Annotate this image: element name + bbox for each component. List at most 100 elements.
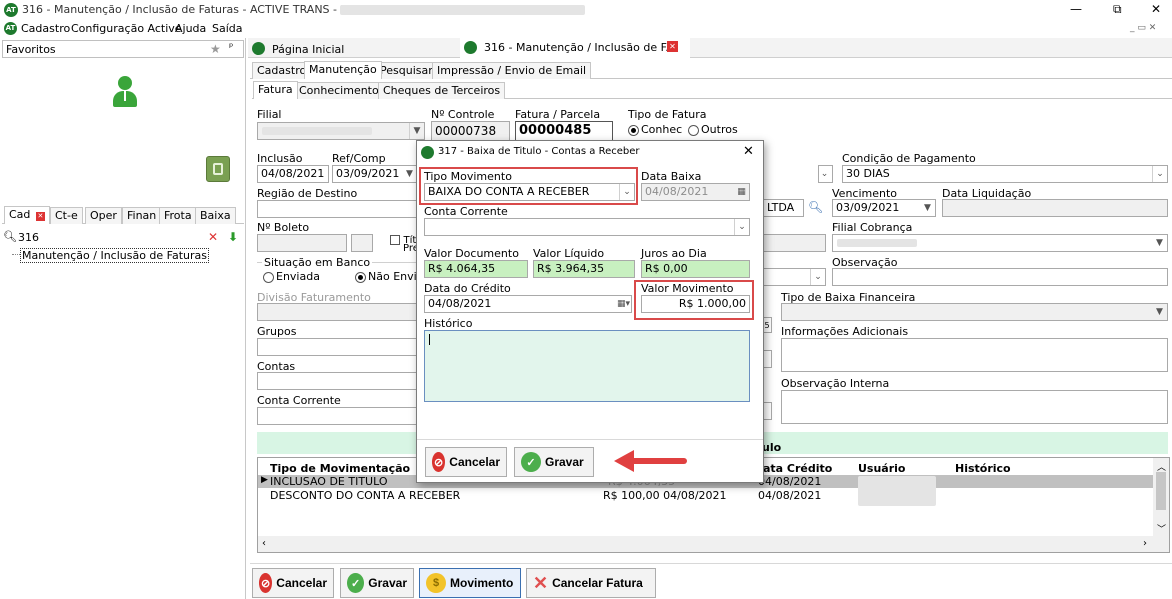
inclusao-field[interactable]: 04/08/2021 xyxy=(257,165,329,183)
condicao-select[interactable]: 30 DIAS ⌄ xyxy=(842,165,1168,183)
minimize-button[interactable]: — xyxy=(1070,2,1082,16)
save-button[interactable]: ✓ Gravar xyxy=(340,568,414,598)
situacao-nao-enviada[interactable]: Não Envia xyxy=(355,270,423,283)
side-tab-cte[interactable]: Ct-e xyxy=(50,207,83,224)
menu-cadastro[interactable]: Cadastro xyxy=(21,22,70,35)
filial-label: Filial xyxy=(257,108,282,121)
scroll-left-icon[interactable]: ‹ xyxy=(262,538,266,549)
info-adicionais-field[interactable] xyxy=(781,338,1168,372)
star-icon[interactable]: ★ xyxy=(210,42,221,56)
valor-mov-highlight xyxy=(634,280,754,320)
data-credito-field[interactable]: 04/08/2021 ▦▾ xyxy=(424,295,632,313)
scroll-down-icon[interactable]: ﹀ xyxy=(1157,522,1166,535)
maximize-button[interactable]: ⧉ xyxy=(1113,2,1122,17)
obs-interna-field[interactable] xyxy=(781,390,1168,424)
contas-field[interactable] xyxy=(257,372,417,390)
pin-icon[interactable]: ᵖ xyxy=(229,42,233,53)
tree-item-manutencao[interactable]: Manutenção / Inclusão de Faturas xyxy=(20,248,210,263)
inclusao-label: Inclusão xyxy=(257,152,303,165)
cancel-button[interactable]: ⊘ Cancelar xyxy=(252,568,334,598)
tab-pesquisar[interactable]: Pesquisar xyxy=(375,62,438,79)
tipo-fatura-conhec[interactable]: Conhec xyxy=(628,123,682,136)
tipo-fatura-label: Tipo de Fatura xyxy=(628,108,707,121)
historico-textarea[interactable] xyxy=(424,330,750,402)
divisao-field xyxy=(257,303,417,321)
scroll-right-icon[interactable]: › xyxy=(1143,538,1147,549)
side-tab-finan[interactable]: Finan xyxy=(122,207,162,224)
side-tab-oper[interactable]: Oper xyxy=(85,207,122,224)
chevron-down-icon: ▼ xyxy=(409,123,424,139)
vertical-scrollbar[interactable]: ︿ ﹀ xyxy=(1153,458,1169,536)
info-adicionais-label: Informações Adicionais xyxy=(781,325,909,338)
menu-search: 🔍︎ 316 ✕ ⬇ xyxy=(2,230,244,246)
down-arrow-icon[interactable]: ⬇ xyxy=(228,230,238,244)
conta-corrente-dlg-select[interactable]: ⌄ xyxy=(424,218,750,236)
annotation-arrow-icon xyxy=(614,450,687,472)
close-tab-icon[interactable]: ✕ xyxy=(667,41,678,52)
baixa-titulo-dialog: 317 - Baixa de Titulo - Contas a Receber… xyxy=(416,140,764,483)
tab-impressao[interactable]: Impressão / Envio de Email xyxy=(432,62,592,79)
historico-label: Histórico xyxy=(424,317,473,330)
menu-configuracao[interactable]: Configuração Active xyxy=(71,22,182,35)
side-tab-baixa[interactable]: Baixa xyxy=(195,207,236,224)
side-tab-cad[interactable]: Cad ✕ xyxy=(4,206,50,224)
situacao-enviada[interactable]: Enviada xyxy=(263,270,320,283)
tab-fatura[interactable]: Fatura xyxy=(253,81,298,99)
tab-manutencao[interactable]: Manutenção xyxy=(304,61,382,79)
filial-cobranca-select[interactable]: ▼ xyxy=(832,234,1168,252)
filial-select[interactable]: ▼ xyxy=(257,122,425,140)
side-tabs: Cad ✕ Ct-e Oper Finan Frota Baixa xyxy=(2,206,244,224)
dialog-close-icon[interactable]: ✕ xyxy=(743,144,754,159)
tipo-fatura-outros[interactable]: Outros xyxy=(688,123,738,136)
chevron-down-icon: ▼ xyxy=(920,200,935,216)
regiao-field[interactable] xyxy=(257,200,417,218)
fatura-field[interactable]: 00000485 xyxy=(515,121,613,141)
horizontal-scrollbar[interactable]: ‹ › xyxy=(258,536,1169,552)
calendar-icon[interactable]: ▦▾ xyxy=(616,296,631,312)
search-input[interactable]: 316 xyxy=(18,231,39,244)
mid-select[interactable]: ⌄ xyxy=(764,268,826,286)
juros-field: R$ 0,00 xyxy=(641,260,750,278)
tab-conhecimentos[interactable]: Conhecimentos xyxy=(294,82,390,99)
cond-left-arrow[interactable]: ⌄ xyxy=(818,165,833,183)
menu-ajuda[interactable]: Ajuda xyxy=(175,22,206,35)
cliente-field[interactable]: LTDA xyxy=(764,199,804,217)
close-button[interactable]: ✕ xyxy=(1151,2,1161,16)
clear-search-icon[interactable]: ✕ xyxy=(208,230,218,244)
tab-cadastro[interactable]: Cadastro xyxy=(252,62,312,79)
coin-icon: $ xyxy=(426,573,446,593)
boleto-field xyxy=(257,234,347,252)
tipo-mov-highlight xyxy=(419,167,638,205)
cancelar-fatura-button[interactable]: ✕ Cancelar Fatura xyxy=(526,568,656,598)
dialog-save-button[interactable]: ✓ Gravar xyxy=(514,447,594,477)
liquidacao-field xyxy=(942,199,1168,217)
redacted-company xyxy=(340,5,585,15)
movimento-button[interactable]: $ Movimento xyxy=(419,568,521,598)
observacao-field[interactable] xyxy=(832,268,1168,286)
side-tab-frota[interactable]: Frota xyxy=(159,207,197,224)
valor-doc-field: R$ 4.064,35 xyxy=(424,260,528,278)
refcomp-field[interactable]: 03/09/2021 ▼ xyxy=(332,165,418,183)
mdi-controls[interactable]: _ ▭ ✕ xyxy=(1130,23,1156,33)
grupos-field[interactable] xyxy=(257,338,417,356)
check-icon: ✓ xyxy=(521,452,541,472)
tab-logo-icon xyxy=(464,41,477,54)
dialog-cancel-button[interactable]: ⊘ Cancelar xyxy=(425,447,507,477)
doc-tab-316[interactable]: 316 - Manutenção / Inclusão de F... ✕ xyxy=(460,38,690,58)
data-baixa-field: 04/08/2021 ▦ xyxy=(641,183,750,201)
movements-header-title: ulo xyxy=(762,441,782,454)
scroll-thumb[interactable] xyxy=(1156,472,1166,510)
table-row[interactable]: DESCONTO DO CONTA A RECEBER R$ 100,00 04… xyxy=(258,489,1153,502)
recycle-bin-icon[interactable] xyxy=(206,156,230,182)
vencimento-field[interactable]: 03/09/2021 ▼ xyxy=(832,199,936,217)
juros-label: Juros ao Dia xyxy=(641,247,707,260)
tab-cheques[interactable]: Cheques de Terceiros xyxy=(378,82,506,99)
close-icon[interactable]: ✕ xyxy=(35,212,45,221)
chevron-down-icon: ⌄ xyxy=(810,269,825,285)
chevron-down-icon: ⌄ xyxy=(819,166,832,182)
cancel-icon: ⊘ xyxy=(259,573,273,593)
conta-corrente-field[interactable] xyxy=(257,407,417,425)
menu-saida[interactable]: Saída xyxy=(212,22,243,35)
search-cliente-icon[interactable]: 🔍︎ xyxy=(808,200,823,214)
tree-connector xyxy=(12,254,20,255)
